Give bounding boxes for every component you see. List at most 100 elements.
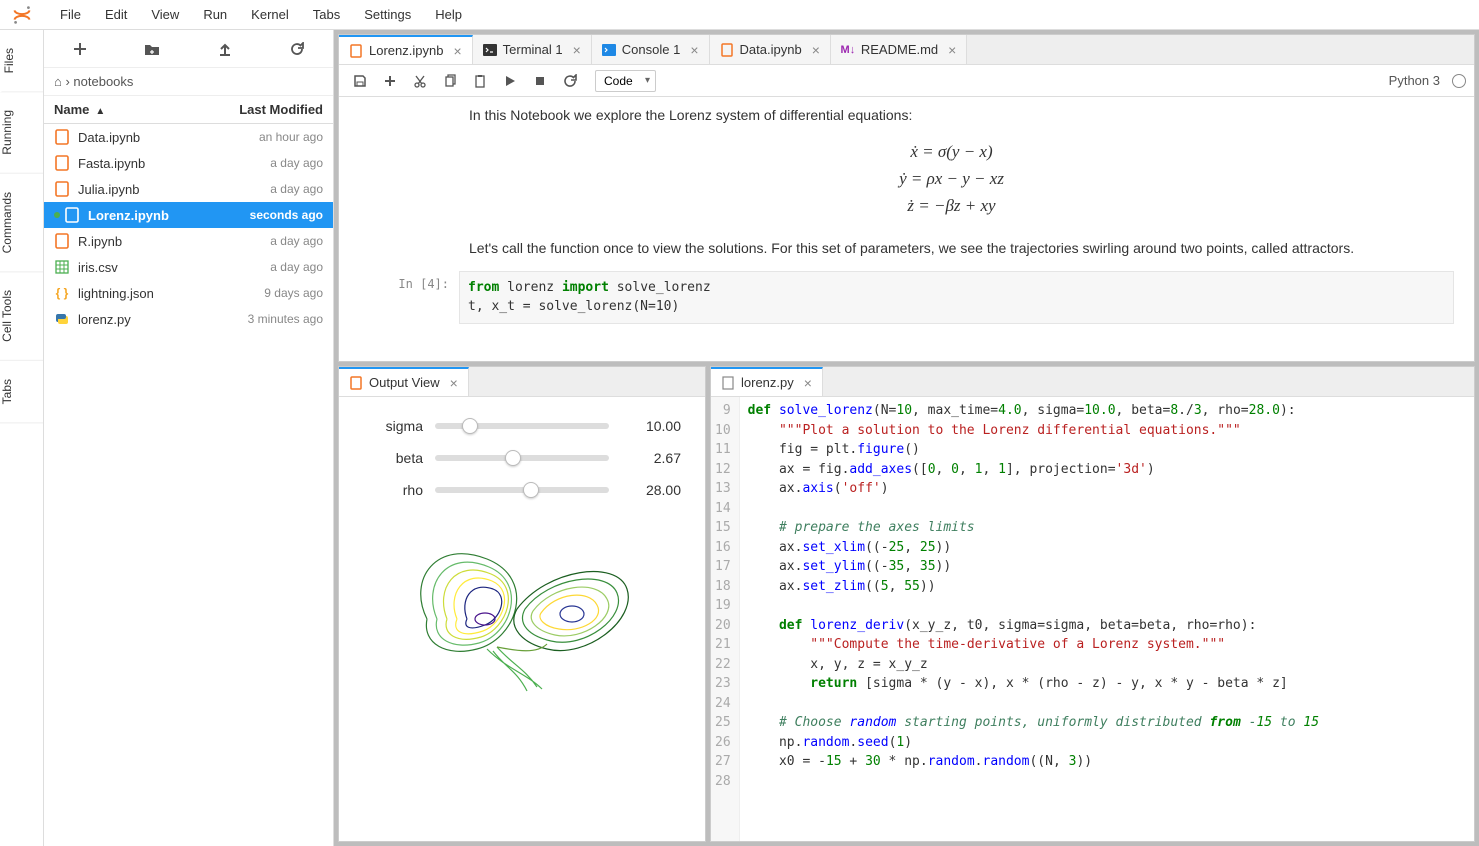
close-icon[interactable]: × [804, 375, 812, 391]
file-item[interactable]: { }lightning.json9 days ago [44, 280, 333, 306]
close-icon[interactable]: × [450, 375, 458, 391]
tab-label: Lorenz.ipynb [369, 43, 443, 58]
notebook-icon [349, 376, 363, 390]
file-modified: 3 minutes ago [248, 312, 323, 326]
slider-thumb[interactable] [462, 418, 478, 434]
slider-thumb[interactable] [523, 482, 539, 498]
tab-lorenz-ipynb[interactable]: Lorenz.ipynb × [339, 35, 473, 64]
file-listing-header: Name▲ Last Modified [44, 96, 333, 124]
slider-track[interactable] [435, 481, 609, 499]
slider-thumb[interactable] [505, 450, 521, 466]
menu-run[interactable]: Run [191, 3, 239, 26]
code-content[interactable]: def solve_lorenz(N=10, max_time=4.0, sig… [740, 397, 1474, 841]
tab-data-ipynb[interactable]: Data.ipynb× [710, 35, 831, 64]
term-icon [483, 43, 497, 57]
close-icon[interactable]: × [812, 42, 820, 58]
file-name: lorenz.py [78, 312, 248, 327]
file-item[interactable]: Julia.ipynba day ago [44, 176, 333, 202]
py-file-icon [54, 311, 70, 327]
menu-help[interactable]: Help [423, 3, 474, 26]
file-item[interactable]: Lorenz.ipynbseconds ago [44, 202, 333, 228]
slider-track[interactable] [435, 417, 609, 435]
refresh-button[interactable] [285, 37, 309, 61]
menubar: FileEditViewRunKernelTabsSettingsHelp [0, 0, 1479, 30]
menu-edit[interactable]: Edit [93, 3, 139, 26]
run-button[interactable] [497, 68, 523, 94]
file-item[interactable]: iris.csva day ago [44, 254, 333, 280]
code-cell[interactable]: In [4]: from lorenz import solve_lorenz … [359, 271, 1454, 324]
tab-lorenz-py[interactable]: lorenz.py × [711, 367, 823, 396]
close-icon[interactable]: × [948, 42, 956, 58]
tab-terminal-1[interactable]: Terminal 1 × [473, 35, 592, 64]
file-item[interactable]: Data.ipynban hour ago [44, 124, 333, 150]
kernel-status-icon [1452, 74, 1466, 88]
jupyter-logo-icon [8, 1, 36, 29]
tab-label: lorenz.py [741, 375, 794, 390]
slider-sigma: sigma10.00 [363, 417, 681, 435]
file-modified: seconds ago [250, 208, 323, 222]
menu-view[interactable]: View [139, 3, 191, 26]
tab-label: Console 1 [622, 42, 681, 57]
tab-label: README.md [861, 42, 938, 57]
left-tab-cell-tools[interactable]: Cell Tools [0, 272, 43, 361]
new-launcher-button[interactable] [68, 37, 92, 61]
upload-button[interactable] [213, 37, 237, 61]
nb-file-icon [54, 155, 70, 171]
new-folder-button[interactable] [140, 37, 164, 61]
column-modified[interactable]: Last Modified [239, 102, 323, 117]
markdown-cell[interactable]: In this Notebook we explore the Lorenz s… [359, 105, 1454, 259]
close-icon[interactable]: × [690, 42, 698, 58]
editor-tab-bar: lorenz.py × [711, 367, 1474, 397]
file-modified: an hour ago [259, 130, 323, 144]
nb-icon [349, 44, 363, 58]
slider-track[interactable] [435, 449, 609, 467]
cell-type-select[interactable]: Code [595, 70, 656, 92]
left-tab-files[interactable]: Files [0, 30, 43, 92]
tab-output-view[interactable]: Output View × [339, 367, 469, 396]
text-editor-panel: lorenz.py × 9101112131415161718192021222… [710, 366, 1475, 842]
slider-rho: rho28.00 [363, 481, 681, 499]
kernel-name[interactable]: Python 3 [1389, 73, 1440, 88]
code-editor[interactable]: 910111213141516171819202122232425262728 … [711, 397, 1474, 841]
restart-button[interactable] [557, 68, 583, 94]
latex-equations: ẋ = σ(y − x) ẏ = ρx − y − xz ż = −βz + x… [469, 138, 1434, 220]
paste-button[interactable] [467, 68, 493, 94]
file-name: Julia.ipynb [78, 182, 270, 197]
breadcrumb[interactable]: ⌂ › notebooks [44, 68, 333, 96]
slider-label: rho [363, 482, 423, 498]
left-tab-tabs[interactable]: Tabs [0, 361, 43, 423]
left-sidebar-tabs: FilesRunningCommandsCell ToolsTabs [0, 30, 44, 846]
tab-console-1[interactable]: Console 1 × [592, 35, 710, 64]
menu-tabs[interactable]: Tabs [301, 3, 352, 26]
tab-label: Terminal 1 [503, 42, 563, 57]
tab-readme-md[interactable]: M↓README.md× [831, 35, 967, 64]
file-item[interactable]: Fasta.ipynba day ago [44, 150, 333, 176]
nb-file-icon [54, 181, 70, 197]
menu-kernel[interactable]: Kernel [239, 3, 301, 26]
notebook-cells: In this Notebook we explore the Lorenz s… [339, 97, 1474, 361]
file-item[interactable]: lorenz.py3 minutes ago [44, 306, 333, 332]
home-icon: ⌂ [54, 74, 62, 89]
insert-cell-button[interactable] [377, 68, 403, 94]
markdown-text: Let's call the function once to view the… [469, 238, 1434, 259]
left-tab-commands[interactable]: Commands [0, 174, 43, 272]
json-file-icon: { } [54, 285, 70, 301]
main-tab-bar: Lorenz.ipynb×Terminal 1×Console 1×Data.i… [339, 35, 1474, 65]
copy-button[interactable] [437, 68, 463, 94]
menu-settings[interactable]: Settings [352, 3, 423, 26]
code-input[interactable]: from lorenz import solve_lorenz t, x_t =… [459, 271, 1454, 324]
file-name: lightning.json [78, 286, 264, 301]
left-tab-running[interactable]: Running [0, 92, 43, 174]
nb-file-icon [54, 233, 70, 249]
breadcrumb-folder[interactable]: notebooks [73, 74, 133, 89]
save-button[interactable] [347, 68, 373, 94]
interrupt-button[interactable] [527, 68, 553, 94]
close-icon[interactable]: × [573, 42, 581, 58]
close-icon[interactable]: × [453, 43, 461, 59]
column-name[interactable]: Name▲ [54, 102, 239, 117]
file-name: Data.ipynb [78, 130, 259, 145]
cut-button[interactable] [407, 68, 433, 94]
file-item[interactable]: R.ipynba day ago [44, 228, 333, 254]
slider-label: sigma [363, 418, 423, 434]
menu-file[interactable]: File [48, 3, 93, 26]
